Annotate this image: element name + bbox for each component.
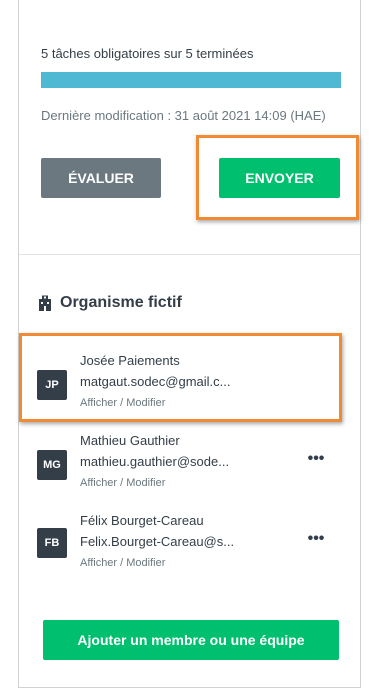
section-divider bbox=[19, 254, 360, 255]
project-panel: 5 tâches obligatoires sur 5 terminées De… bbox=[18, 0, 361, 688]
evaluate-button[interactable]: ÉVALUER bbox=[41, 158, 161, 198]
member-email: Felix.Bourget-Careau@s... bbox=[80, 534, 235, 549]
avatar: FB bbox=[37, 528, 67, 558]
more-options-icon[interactable]: ••• bbox=[305, 531, 327, 549]
member-name: Félix Bourget-Careau bbox=[80, 513, 204, 528]
member-item[interactable]: FB Félix Bourget-Careau Felix.Bourget-Ca… bbox=[37, 513, 337, 583]
last-modified-text: Dernière modification : 31 août 2021 14:… bbox=[41, 108, 326, 123]
more-options-icon[interactable]: ••• bbox=[305, 451, 327, 469]
member-email: mathieu.gauthier@sode... bbox=[80, 454, 230, 469]
avatar: MG bbox=[37, 450, 67, 480]
organization-name: Organisme fictif bbox=[60, 294, 182, 311]
add-member-button[interactable]: Ajouter un membre ou une équipe bbox=[43, 620, 339, 660]
view-edit-link[interactable]: Afficher / Modifier bbox=[80, 557, 165, 569]
organization-heading: Organisme fictif bbox=[37, 294, 182, 312]
progress-label: 5 tâches obligatoires sur 5 terminées bbox=[41, 46, 254, 61]
progress-bar-fill bbox=[41, 72, 341, 88]
send-button-highlight bbox=[196, 135, 359, 220]
view-edit-link[interactable]: Afficher / Modifier bbox=[80, 477, 165, 489]
building-icon bbox=[39, 295, 51, 311]
member-item[interactable]: MG Mathieu Gauthier mathieu.gauthier@sod… bbox=[37, 433, 337, 503]
member-name: Mathieu Gauthier bbox=[80, 433, 180, 448]
progress-bar bbox=[41, 72, 341, 88]
member-highlight bbox=[19, 333, 342, 422]
